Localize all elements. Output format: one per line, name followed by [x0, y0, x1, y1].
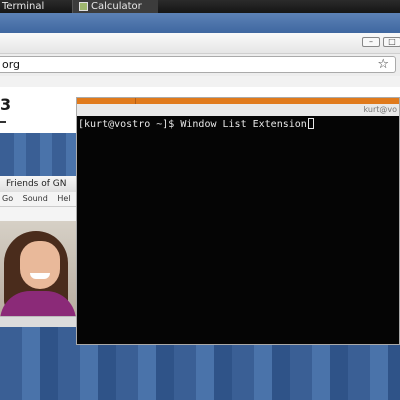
taskbar-item-calculator[interactable]: Calculator — [72, 0, 158, 13]
terminal-title: kurt@vo — [363, 105, 397, 114]
maximize-button[interactable]: □ — [383, 37, 400, 47]
calculator-icon — [79, 2, 88, 11]
desktop-background — [0, 13, 400, 33]
menu-bar: Go Sound Hel — [0, 192, 76, 207]
terminal-prompt: [kurt@vostro ~]$ — [78, 119, 181, 130]
friends-of-gnome-window: Friends of GN Go Sound Hel — [0, 176, 77, 327]
profile-photo — [0, 221, 76, 316]
window-statusbar — [0, 316, 76, 327]
menu-help[interactable]: Hel — [57, 194, 70, 203]
top-panel: Terminal Calculator — [0, 0, 400, 13]
taskbar-item-label: Terminal — [2, 1, 45, 12]
minimize-button[interactable]: – — [362, 37, 380, 47]
url-input[interactable]: org ☆ — [0, 56, 396, 73]
taskbar-item-label: Calculator — [91, 1, 142, 12]
menu-sound[interactable]: Sound — [23, 194, 48, 203]
bookmark-star-icon[interactable]: ☆ — [377, 57, 389, 72]
terminal-window[interactable]: kurt@vo [kurt@vostro ~]$ Window List Ext… — [76, 97, 400, 345]
browser-toolbar: org ☆ — [0, 54, 400, 76]
url-text: org — [2, 58, 21, 71]
logo-underline — [0, 121, 6, 123]
site-logo: 3 — [0, 95, 12, 114]
terminal-titlebar[interactable]: kurt@vo — [77, 104, 399, 116]
text-cursor — [307, 118, 314, 129]
taskbar-item-terminal[interactable]: Terminal — [0, 0, 44, 13]
browser-titlebar[interactable]: – □ — [0, 33, 400, 54]
menu-go[interactable]: Go — [2, 194, 13, 203]
terminal-command: Window List Extension — [180, 119, 307, 130]
window-title[interactable]: Friends of GN — [0, 176, 76, 192]
terminal-content[interactable]: [kurt@vostro ~]$ Window List Extension — [77, 116, 399, 344]
